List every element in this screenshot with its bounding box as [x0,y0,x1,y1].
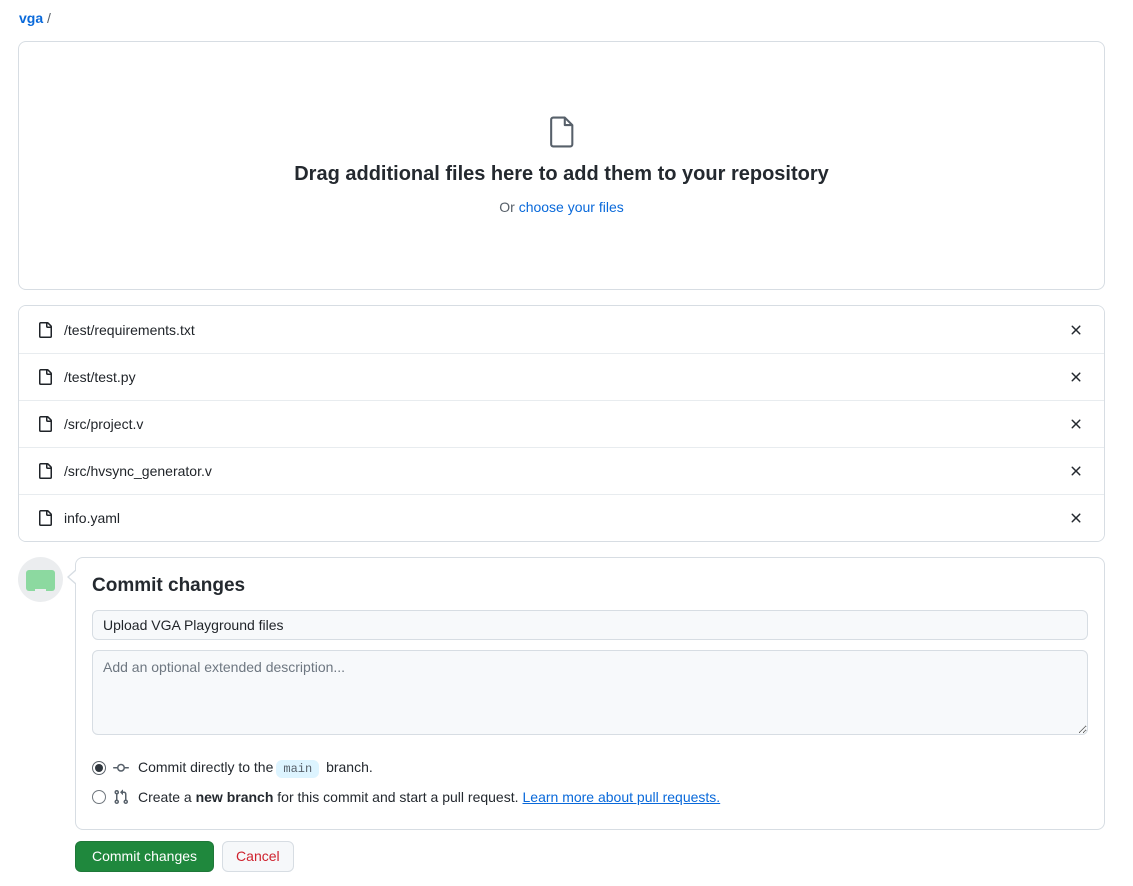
git-commit-icon [113,760,129,776]
file-list: /test/requirements.txt /test/test.py /sr… [18,305,1105,542]
commit-direct-option[interactable]: Commit directly to themain branch. [92,759,1088,776]
git-pull-request-icon [113,789,129,805]
file-icon [37,416,53,432]
file-dropzone[interactable]: Drag additional files here to add them t… [18,41,1105,290]
commit-description-textarea[interactable] [92,650,1088,735]
file-name: /src/hvsync_generator.v [64,463,212,479]
or-text: Or [499,199,518,215]
file-upload-icon [548,116,576,153]
radio-commit-direct[interactable] [92,761,106,775]
branch-name-badge: main [276,760,319,778]
choose-files-link[interactable]: choose your files [519,199,624,215]
avatar-identicon-notch [35,589,47,598]
remove-file-button[interactable] [1066,414,1086,434]
file-icon [37,510,53,526]
commit-form: Commit changes Commit directly to themai… [75,557,1105,830]
file-icon [37,369,53,385]
close-icon [1068,416,1084,432]
avatar-identicon [26,570,55,591]
file-name: info.yaml [64,510,120,526]
file-icon [37,463,53,479]
close-icon [1068,463,1084,479]
file-name: /src/project.v [64,416,143,432]
file-row: /src/hvsync_generator.v [19,447,1104,494]
remove-file-button[interactable] [1066,367,1086,387]
dropzone-heading: Drag additional files here to add them t… [294,163,829,186]
commit-section: Commit changes Commit directly to themai… [18,557,1105,830]
remove-file-button[interactable] [1066,320,1086,340]
breadcrumb: vga / [19,10,1105,26]
upload-page: vga / Drag additional files here to add … [0,0,1133,886]
new-branch-option[interactable]: Create a new branch for this commit and … [92,789,1088,805]
close-icon [1068,369,1084,385]
file-name: /test/test.py [64,369,136,385]
remove-file-button[interactable] [1066,508,1086,528]
new-branch-label: Create a new branch for this commit and … [138,789,720,805]
commit-direct-label: Commit directly to themain branch. [138,759,373,776]
file-row: info.yaml [19,494,1104,541]
learn-more-link[interactable]: Learn more about pull requests. [523,789,721,805]
commit-heading: Commit changes [92,575,1088,597]
file-name: /test/requirements.txt [64,322,195,338]
breadcrumb-repo-link[interactable]: vga [19,10,43,26]
file-icon [37,322,53,338]
breadcrumb-separator: / [47,10,51,26]
file-row: /test/test.py [19,353,1104,400]
commit-message-input[interactable] [92,610,1088,640]
remove-file-button[interactable] [1066,461,1086,481]
commit-target-options: Commit directly to themain branch. Creat… [92,759,1088,805]
radio-new-branch[interactable] [92,790,106,804]
dropzone-subtext: Or choose your files [499,199,624,215]
avatar [18,557,63,602]
file-row: /src/project.v [19,400,1104,447]
close-icon [1068,322,1084,338]
file-row: /test/requirements.txt [19,306,1104,353]
close-icon [1068,510,1084,526]
